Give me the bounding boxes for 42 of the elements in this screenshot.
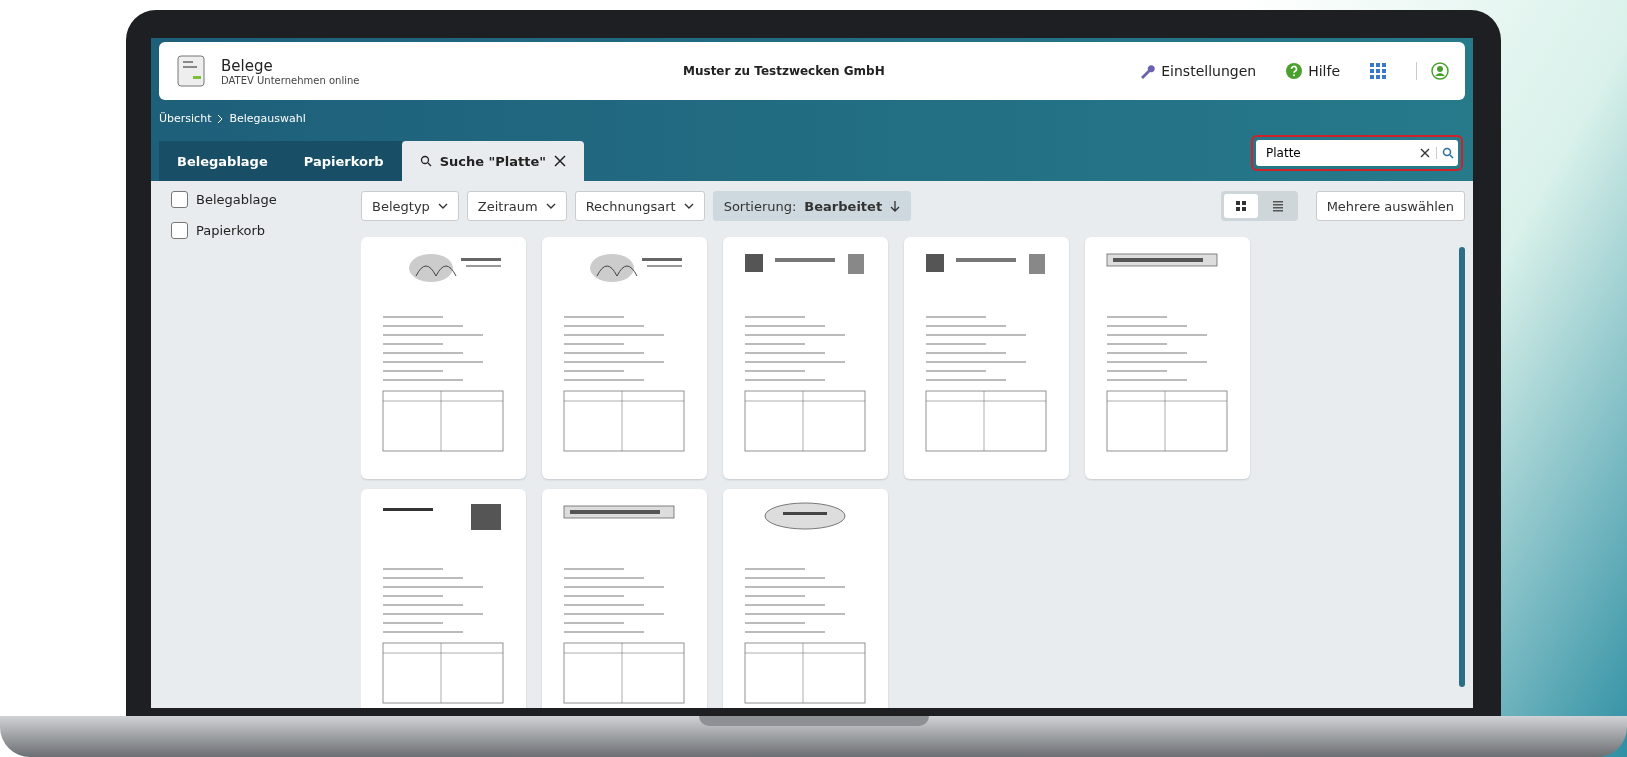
app-subtitle: DATEV Unternehmen online bbox=[221, 74, 361, 86]
chevron-down-icon bbox=[683, 203, 694, 209]
settings-link[interactable]: Einstellungen bbox=[1139, 63, 1257, 79]
list-icon bbox=[1271, 200, 1284, 212]
user-icon[interactable] bbox=[1416, 62, 1449, 80]
filter-dropdown[interactable]: Zeitraum bbox=[466, 191, 567, 221]
select-multiple-button[interactable]: Mehrere auswählen bbox=[1315, 191, 1465, 221]
search-box[interactable]: Platte bbox=[1256, 140, 1458, 166]
document-card[interactable] bbox=[904, 237, 1069, 479]
checkbox[interactable] bbox=[171, 191, 188, 208]
help-link[interactable]: Hilfe bbox=[1286, 63, 1340, 79]
chevron-down-icon bbox=[437, 203, 448, 209]
view-button[interactable] bbox=[1223, 194, 1258, 218]
document-card[interactable] bbox=[361, 489, 526, 708]
tab[interactable]: Belegablage bbox=[159, 141, 286, 181]
filter-dropdown[interactable]: Rechnungsart bbox=[574, 191, 705, 221]
document-card[interactable] bbox=[723, 237, 888, 479]
checkbox-item[interactable]: Papierkorb bbox=[171, 222, 341, 239]
clear-icon[interactable] bbox=[1420, 148, 1430, 158]
app-title: Belege bbox=[221, 56, 274, 75]
chevron-down-icon bbox=[545, 203, 556, 209]
chevron-right-icon bbox=[217, 113, 224, 124]
checkbox-item[interactable]: Belegablage bbox=[171, 191, 341, 208]
apps-grid-icon[interactable] bbox=[1370, 63, 1386, 79]
checkbox-label: Belegablage bbox=[196, 192, 277, 207]
checkbox[interactable] bbox=[171, 222, 188, 239]
grid-icon bbox=[1234, 200, 1247, 212]
tab[interactable]: Suche "Platte" bbox=[401, 141, 585, 181]
help-icon bbox=[1286, 63, 1303, 79]
close-icon[interactable] bbox=[554, 155, 567, 167]
scrollbar[interactable] bbox=[1459, 247, 1465, 687]
company-name: Muster zu Testzwecken GmbH bbox=[682, 64, 886, 78]
filter-dropdown[interactable]: Belegtyp bbox=[361, 191, 459, 221]
arrow-down-icon bbox=[890, 200, 901, 212]
search-icon bbox=[419, 155, 432, 167]
wrench-icon bbox=[1139, 63, 1156, 79]
breadcrumb-link[interactable]: Übersicht bbox=[159, 112, 212, 125]
sort-button[interactable]: Sortierung: Bearbeitet bbox=[712, 191, 912, 221]
tab[interactable]: Papierkorb bbox=[285, 141, 402, 181]
breadcrumb-link[interactable]: Belegauswahl bbox=[229, 112, 306, 125]
search-icon[interactable] bbox=[1436, 147, 1454, 159]
checkbox-label: Papierkorb bbox=[196, 223, 266, 238]
